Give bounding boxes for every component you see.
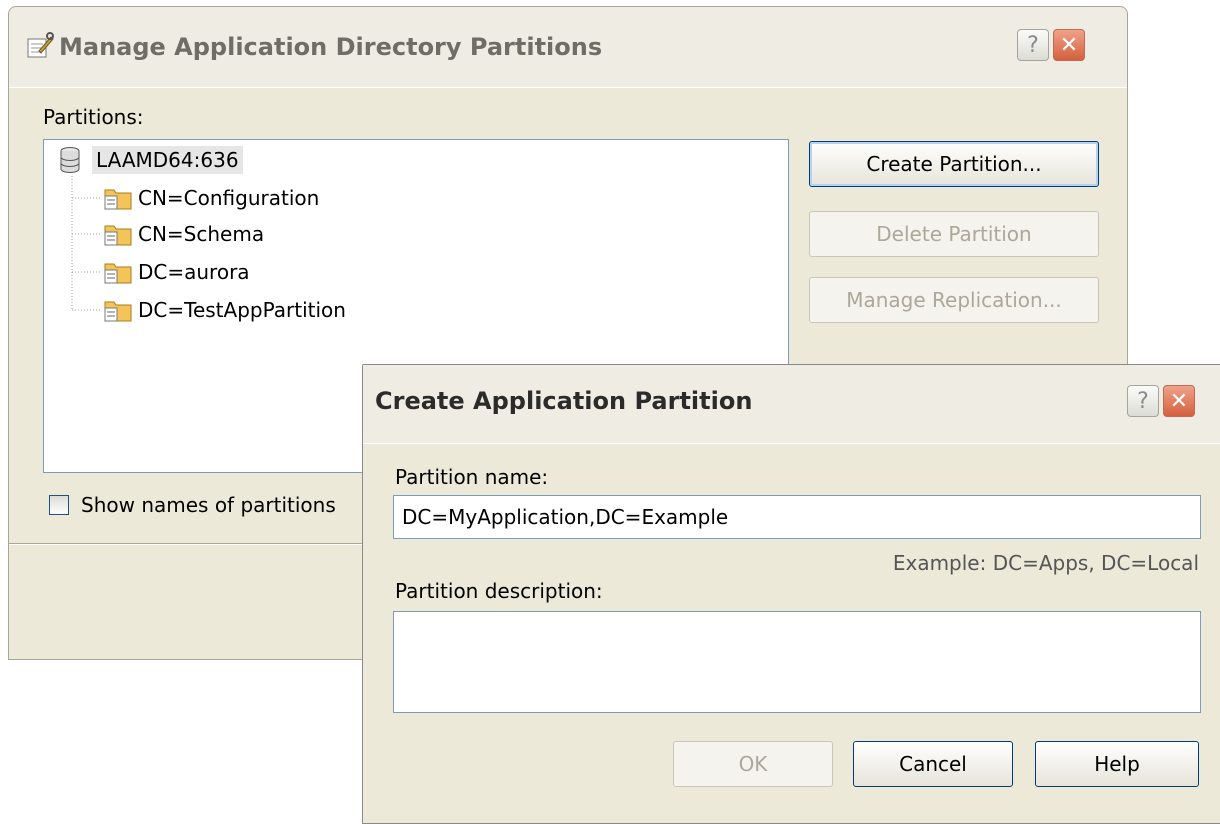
create-partition-dialog: Create Application Partition ? ✕ Partiti…	[362, 364, 1220, 824]
folder-icon	[104, 225, 132, 246]
help-glyph: ?	[1027, 32, 1039, 58]
show-names-checkbox[interactable]	[49, 495, 69, 515]
close-icon[interactable]: ✕	[1163, 385, 1195, 417]
tree-item-configuration[interactable]: CN=Configuration	[102, 184, 323, 212]
tree-item-label: DC=aurora	[138, 260, 250, 284]
folder-icon	[104, 301, 132, 322]
partition-description-input[interactable]	[393, 611, 1201, 713]
tree-item-label: CN=Schema	[138, 222, 265, 246]
help-question-icon[interactable]: ?	[1127, 385, 1159, 417]
partition-name-example-hint: Example: DC=Apps, DC=Local	[892, 551, 1199, 575]
create-dialog-title: Create Application Partition	[375, 387, 753, 415]
database-icon	[60, 147, 80, 173]
tree-item-label: CN=Configuration	[138, 186, 320, 210]
tree-root-item[interactable]: LAAMD64:636	[58, 146, 243, 174]
manage-dialog-titlebar[interactable]: Manage Application Directory Partitions …	[9, 7, 1127, 88]
show-names-label: Show names of partitions	[81, 493, 336, 517]
help-button[interactable]: Help	[1035, 741, 1199, 787]
tree-item-aurora[interactable]: DC=aurora	[102, 258, 254, 286]
tree-item-label: DC=TestAppPartition	[138, 298, 346, 322]
tree-root-label: LAAMD64:636	[92, 146, 243, 174]
partition-description-label: Partition description:	[395, 579, 603, 603]
partition-name-label: Partition name:	[395, 465, 549, 489]
delete-partition-button[interactable]: Delete Partition	[809, 211, 1099, 257]
tree-item-schema[interactable]: CN=Schema	[102, 220, 268, 248]
folder-icon	[104, 263, 132, 284]
partition-name-input[interactable]: DC=MyApplication,DC=Example	[393, 495, 1201, 539]
partitions-label: Partitions:	[43, 105, 144, 129]
manage-dialog-title: Manage Application Directory Partitions	[59, 33, 603, 61]
tree-item-testapppartition[interactable]: DC=TestAppPartition	[102, 296, 350, 324]
create-partition-button[interactable]: Create Partition...	[809, 141, 1099, 187]
help-glyph: ?	[1137, 388, 1149, 414]
close-glyph: ✕	[1169, 388, 1189, 414]
help-question-icon[interactable]: ?	[1017, 29, 1049, 61]
close-icon[interactable]: ✕	[1053, 29, 1085, 61]
cancel-button[interactable]: Cancel	[853, 741, 1013, 787]
close-glyph: ✕	[1059, 32, 1079, 58]
manage-replication-button[interactable]: Manage Replication...	[809, 277, 1099, 323]
folder-icon	[104, 189, 132, 210]
create-dialog-titlebar[interactable]: Create Application Partition ? ✕	[363, 365, 1220, 444]
wrench-properties-icon	[27, 32, 54, 58]
ok-button[interactable]: OK	[673, 741, 833, 787]
